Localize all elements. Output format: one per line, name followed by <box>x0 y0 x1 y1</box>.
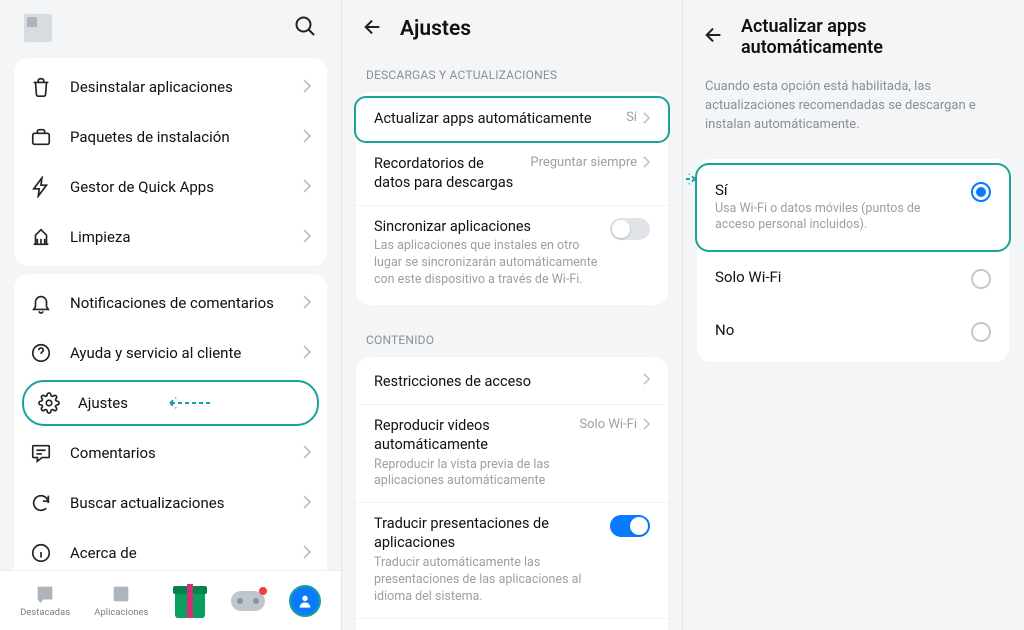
bottom-nav: Destacadas Aplicaciones <box>0 570 341 630</box>
back-icon[interactable] <box>703 24 725 50</box>
setting-subtitle: Reproducir la vista previa de las aplica… <box>374 457 571 491</box>
setting-subtitle: Traducir automáticamente las presentacio… <box>374 555 602 606</box>
bell-icon <box>30 292 52 314</box>
chevron-right-icon <box>303 128 311 147</box>
option-title: Sí <box>715 181 959 199</box>
setting-ratings[interactable]: Calificaciones dentro de <box>356 619 668 630</box>
info-icon <box>30 542 52 564</box>
menu-item-label: Paquetes de instalación <box>70 128 230 146</box>
menu-item-label: Desinstalar aplicaciones <box>70 78 233 96</box>
setting-title: Reproducir videos automáticamente <box>374 417 571 455</box>
setting-value: Solo Wi-Fi <box>579 417 637 432</box>
tab-gift[interactable] <box>173 584 207 618</box>
option-desc: Usa Wi-Fi o datos móviles (puntos de acc… <box>715 201 959 235</box>
switch-off[interactable] <box>610 218 650 240</box>
avatar[interactable] <box>24 14 52 42</box>
setting-title: Sincronizar aplicaciones <box>374 218 602 237</box>
gear-icon <box>38 392 60 414</box>
tab-label: Aplicaciones <box>94 607 148 618</box>
menu-help[interactable]: Ayuda y servicio al cliente <box>14 328 327 378</box>
menu-updates[interactable]: Buscar actualizaciones <box>14 478 327 528</box>
menu-notifications[interactable]: Notificaciones de comentarios <box>14 278 327 328</box>
setting-sync[interactable]: Sincronizar aplicaciones Las aplicacione… <box>356 206 668 301</box>
help-icon <box>30 342 52 364</box>
radio-selected[interactable] <box>971 182 991 202</box>
chevron-right-icon <box>303 344 311 363</box>
menu-item-label: Ajustes <box>78 394 128 412</box>
menu-item-label: Ayuda y servicio al cliente <box>70 344 241 362</box>
menu-uninstall[interactable]: Desinstalar aplicaciones <box>14 62 327 112</box>
back-icon[interactable] <box>362 16 384 42</box>
chevron-right-icon <box>303 178 311 197</box>
section-heading: CONTENIDO <box>342 313 682 355</box>
tab-games[interactable] <box>231 591 265 611</box>
setting-title: Traducir presentaciones de aplicaciones <box>374 515 602 553</box>
setting-autoplay[interactable]: Reproducir videos automáticamente Reprod… <box>356 405 668 503</box>
quick-icon <box>30 176 52 198</box>
menu-packages[interactable]: Paquetes de instalación <box>14 112 327 162</box>
comment-icon <box>30 442 52 464</box>
radio[interactable] <box>971 269 991 289</box>
setting-value: Preguntar siempre <box>530 155 637 170</box>
tab-apps[interactable]: Aplicaciones <box>94 583 148 618</box>
chevron-right-icon <box>303 228 311 247</box>
menu-item-label: Buscar actualizaciones <box>70 494 224 512</box>
callout-arrow-icon <box>162 397 212 409</box>
setting-title: Recordatorios de datos para descargas <box>374 155 522 193</box>
option-title: Solo Wi-Fi <box>715 268 959 286</box>
menu-item-label: Notificaciones de comentarios <box>70 294 274 312</box>
refresh-icon <box>30 492 52 514</box>
menu-item-label: Limpieza <box>70 228 131 246</box>
menu-item-label: Acerca de <box>70 544 137 562</box>
menu-group-2: Notificaciones de comentarios Ayuda y se… <box>14 274 327 582</box>
chevron-right-icon <box>303 444 311 463</box>
trash-icon <box>30 76 52 98</box>
option-wifi[interactable]: Solo Wi-Fi <box>697 252 1009 305</box>
tab-me[interactable] <box>289 585 321 617</box>
setting-title: Restricciones de acceso <box>374 373 635 392</box>
chevron-right-icon <box>303 78 311 97</box>
menu-group-1: Desinstalar aplicaciones Paquetes de ins… <box>14 58 327 266</box>
setting-reminders[interactable]: Recordatorios de datos para descargas Pr… <box>356 143 668 206</box>
setting-translate[interactable]: Traducir presentaciones de aplicaciones … <box>356 503 668 618</box>
chevron-right-icon <box>303 494 311 513</box>
page-title: Actualizar apps automáticamente <box>741 16 1003 58</box>
chevron-right-icon <box>303 544 311 563</box>
switch-on[interactable] <box>610 515 650 537</box>
broom-icon <box>30 226 52 248</box>
tab-featured[interactable]: Destacadas <box>20 583 70 618</box>
page-description: Cuando esta opción está habilitada, las … <box>683 64 1023 151</box>
briefcase-icon <box>30 126 52 148</box>
setting-restrictions[interactable]: Restricciones de acceso <box>356 361 668 405</box>
setting-auto-update[interactable]: Actualizar apps automáticamente Sí <box>354 96 670 143</box>
menu-cleanup[interactable]: Limpieza <box>14 212 327 262</box>
setting-subtitle: Las aplicaciones que instales en otro lu… <box>374 238 602 289</box>
option-yes[interactable]: Sí Usa Wi-Fi o datos móviles (puntos de … <box>695 163 1011 253</box>
menu-settings[interactable]: Ajustes <box>22 380 319 426</box>
tab-label: Destacadas <box>20 607 70 618</box>
menu-comments[interactable]: Comentarios <box>14 428 327 478</box>
option-title: No <box>715 321 959 339</box>
setting-value: Sí <box>626 110 637 125</box>
page-title: Ajustes <box>400 17 471 41</box>
callout-arrow-icon <box>682 172 703 186</box>
radio[interactable] <box>971 322 991 342</box>
section-heading: DESCARGAS Y ACTUALIZACIONES <box>342 48 682 90</box>
setting-title: Actualizar apps automáticamente <box>374 110 618 129</box>
menu-item-label: Gestor de Quick Apps <box>70 178 214 196</box>
menu-quickapps[interactable]: Gestor de Quick Apps <box>14 162 327 212</box>
option-no[interactable]: No <box>697 305 1009 358</box>
chevron-right-icon <box>303 294 311 313</box>
menu-item-label: Comentarios <box>70 444 156 462</box>
search-icon[interactable] <box>293 14 317 42</box>
